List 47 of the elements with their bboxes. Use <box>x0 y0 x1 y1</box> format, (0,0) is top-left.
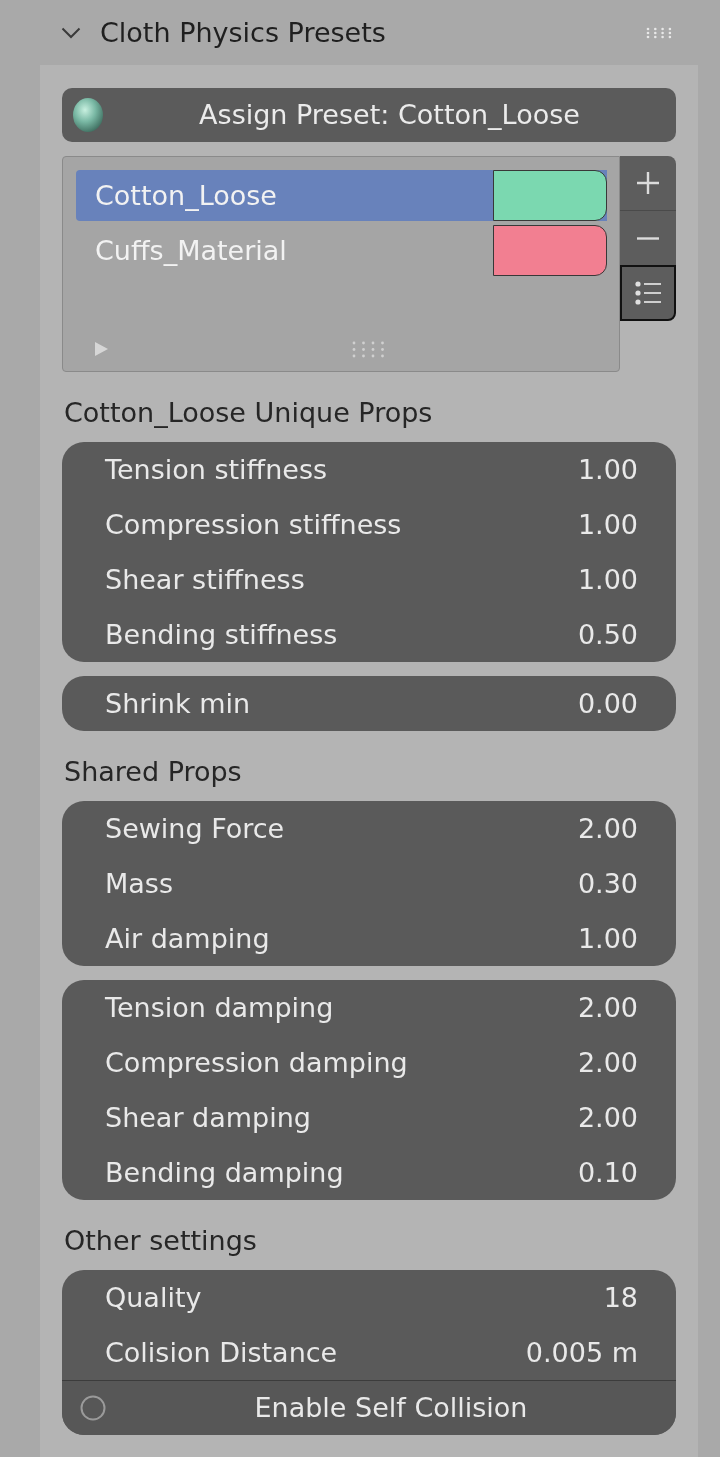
property-value[interactable]: 0.10 <box>577 1156 638 1189</box>
section-heading: Other settings <box>63 1224 258 1258</box>
property-value[interactable]: 18 <box>603 1281 638 1314</box>
property-label: Bending stiffness <box>105 618 338 651</box>
preset-list-item[interactable]: Cotton_Loose <box>76 170 607 221</box>
resize-grip-icon[interactable] <box>352 340 385 358</box>
property-value[interactable]: 0.00 <box>577 687 638 720</box>
property-label: Colision Distance <box>105 1336 338 1369</box>
property-value[interactable]: 0.50 <box>577 618 638 651</box>
property-value[interactable]: 1.00 <box>577 922 638 955</box>
section-heading: Cotton_Loose Unique Props <box>63 396 434 430</box>
property-label: Shear stiffness <box>105 563 305 596</box>
sphere-icon <box>73 98 103 132</box>
property-value[interactable]: 1.00 <box>577 508 638 541</box>
list-menu-button[interactable] <box>620 265 676 321</box>
property-label: Shear damping <box>105 1101 311 1134</box>
chevron-icon[interactable] <box>61 26 81 39</box>
color-swatch-icon[interactable] <box>493 170 607 221</box>
plus-icon <box>637 172 659 194</box>
panel-title[interactable]: Cloth Physics Presets <box>100 16 386 49</box>
property-label: Compression damping <box>105 1046 408 1079</box>
property-value[interactable]: 2.00 <box>577 991 638 1024</box>
drag-handle-icon[interactable] <box>646 26 672 39</box>
property-value[interactable]: 0.005 m <box>525 1336 638 1369</box>
section-heading: Shared Props <box>63 755 243 789</box>
minus-icon <box>637 236 659 240</box>
property-label: Tension damping <box>105 991 334 1024</box>
property-label: Shrink min <box>105 687 251 720</box>
checkbox-icon[interactable] <box>80 1395 106 1421</box>
property-value[interactable]: 1.00 <box>577 453 638 486</box>
property-value[interactable]: 2.00 <box>577 1046 638 1079</box>
list-icon <box>635 281 661 305</box>
property-label: Bending damping <box>105 1156 344 1189</box>
checkbox-toggle[interactable]: Enable Self Collision <box>62 1380 676 1435</box>
add-button[interactable] <box>620 156 676 211</box>
assign-preset-button[interactable]: Assign Preset: Cotton_Loose <box>62 88 676 142</box>
property-value[interactable]: 2.00 <box>577 812 638 845</box>
property-label: Quality <box>105 1281 202 1314</box>
property-label: Compression stiffness <box>105 508 402 541</box>
property-value[interactable]: 0.30 <box>577 867 638 900</box>
color-swatch-icon[interactable] <box>493 225 607 276</box>
property-value[interactable]: 1.00 <box>577 563 638 596</box>
property-label: Air damping <box>105 922 270 955</box>
property-label: Mass <box>105 867 173 900</box>
property-label: Tension stiffness <box>105 453 328 486</box>
property-label: Sewing Force <box>105 812 285 845</box>
property-value[interactable]: 2.00 <box>577 1101 638 1134</box>
